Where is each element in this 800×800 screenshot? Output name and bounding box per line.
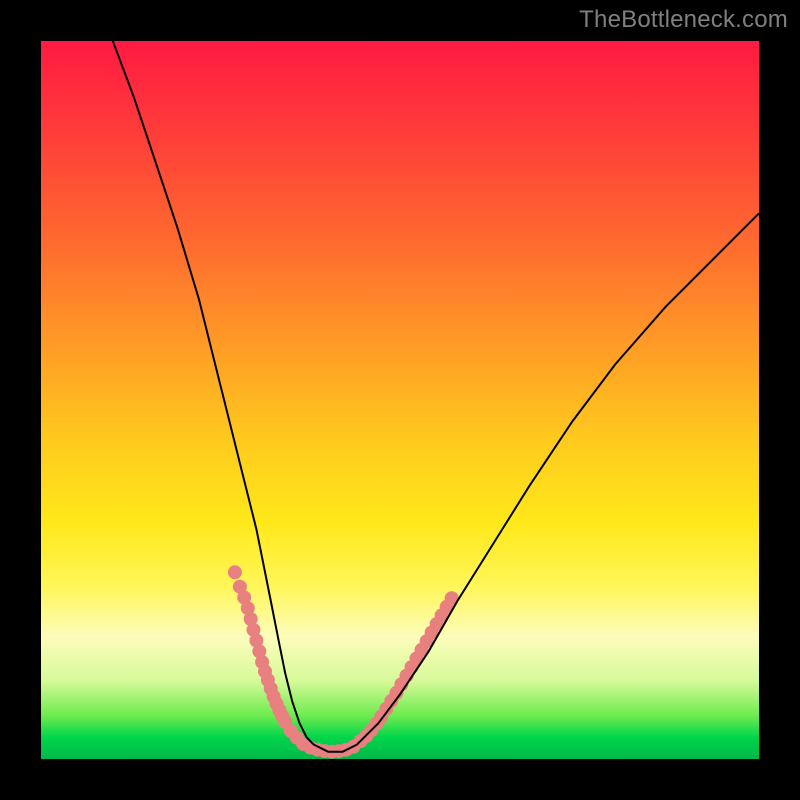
bottleneck-curve [113, 41, 759, 752]
watermark-text: TheBottleneck.com [579, 6, 788, 34]
chart-frame: TheBottleneck.com [0, 0, 800, 800]
dot [228, 565, 242, 579]
plot-area [41, 41, 759, 759]
chart-svg [41, 41, 759, 759]
dots-layer [228, 565, 459, 759]
